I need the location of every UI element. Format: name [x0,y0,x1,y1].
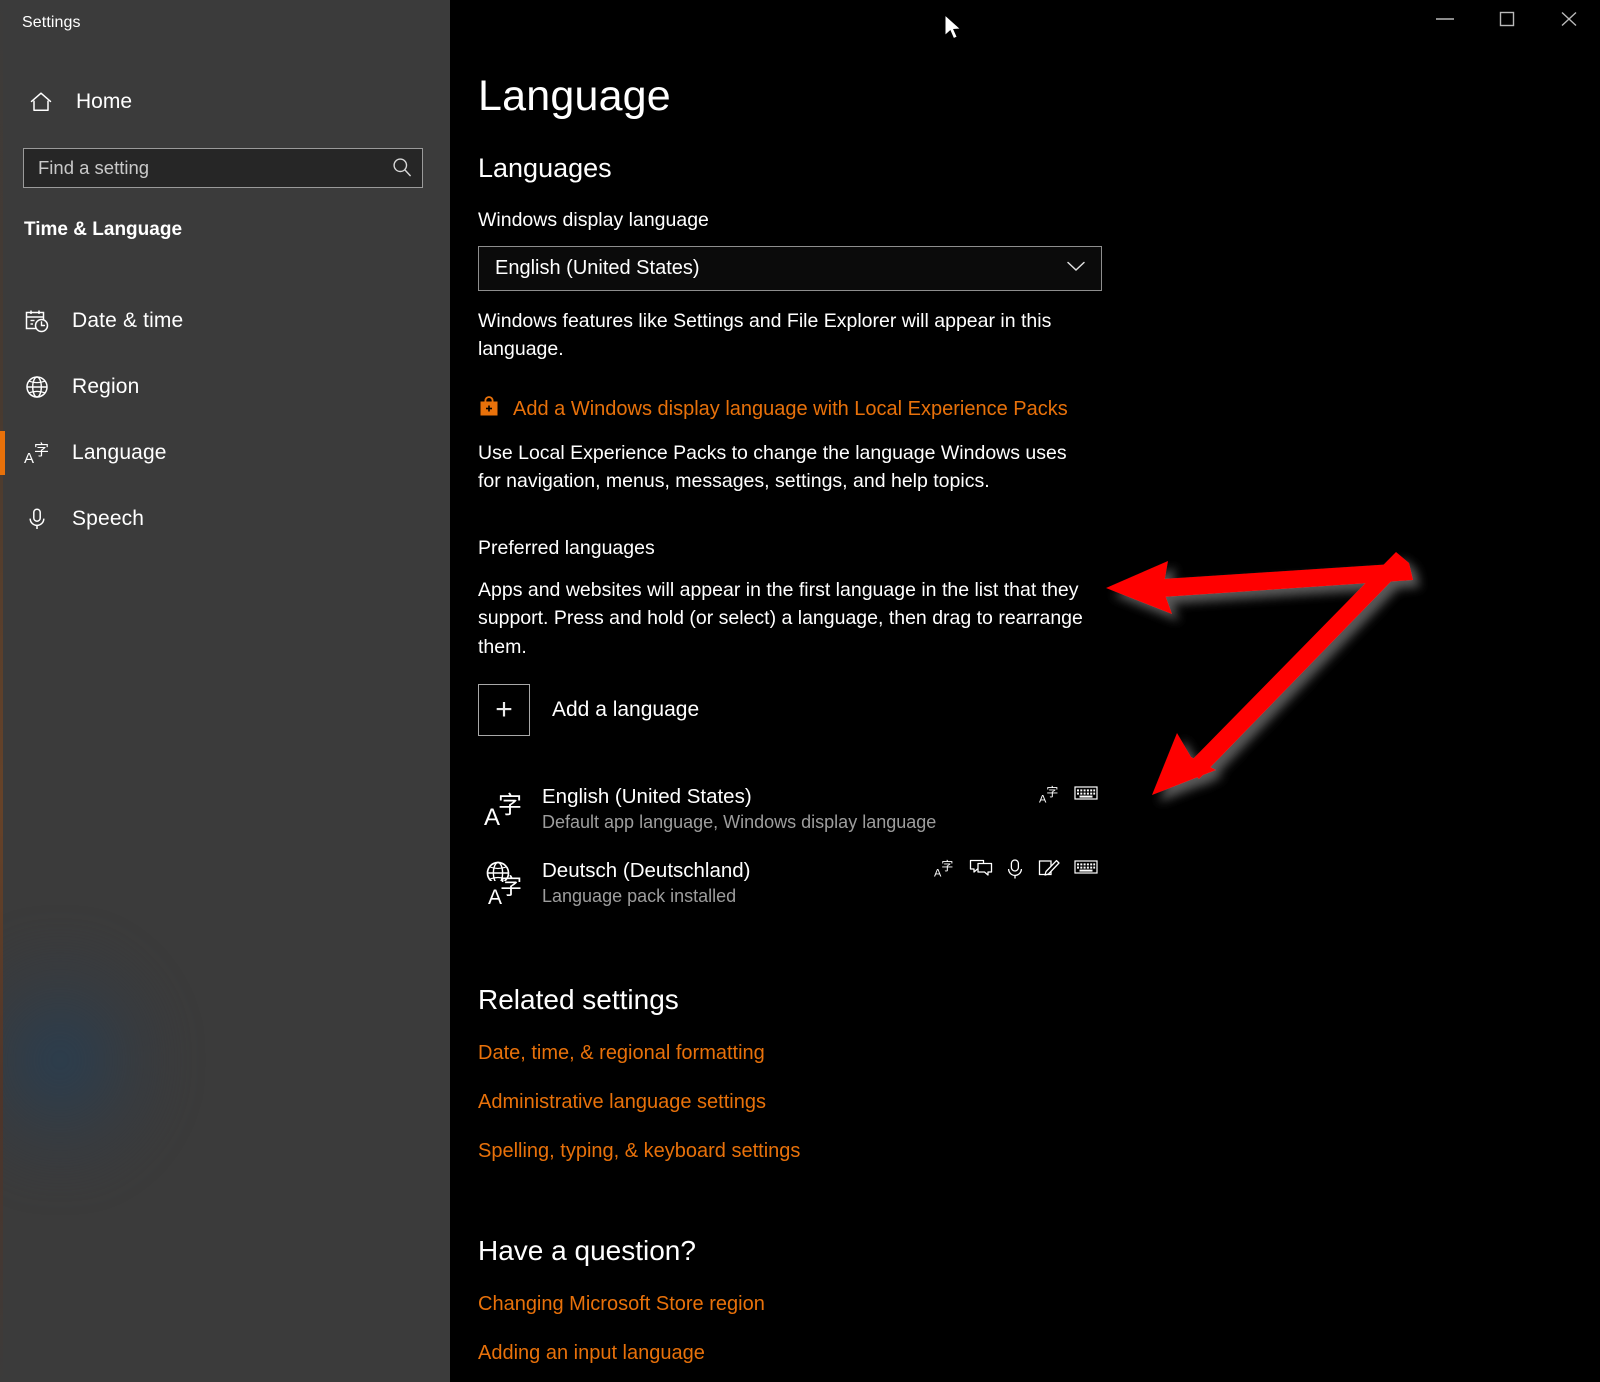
settings-main-panel: Language Languages Windows display langu… [450,0,1600,1382]
link-administrative-language-settings[interactable]: Administrative language settings [478,1091,766,1114]
language-status: Default app language, Windows display la… [542,811,937,832]
sidebar-item-speech[interactable]: Speech [0,486,450,552]
language-row-english[interactable]: A 字 English (United States) Default app … [478,772,1098,846]
languages-section-heading: Languages [478,153,612,183]
local-experience-packs-note: Use Local Experience Packs to change the… [478,441,1067,492]
display-language-value: English (United States) [495,257,700,279]
speech-icon[interactable] [969,858,993,883]
link-date-time-regional-formatting[interactable]: Date, time, & regional formatting [478,1042,765,1065]
sidebar-item-region[interactable]: Region [0,354,450,420]
svg-text:字: 字 [34,441,49,459]
sidebar-item-date-time[interactable]: Date & time [0,288,450,354]
language-row-texts: English (United States) Default app lang… [536,784,1098,835]
have-a-question-heading: Have a question? [478,1234,696,1266]
microphone-icon [22,506,52,532]
search-button[interactable] [382,149,422,187]
add-language-label: Add a language [552,697,700,721]
translate-a-ji-icon: A 字 [478,787,536,831]
microsoft-store-bag-icon [478,395,500,423]
preferred-languages-list: A 字 English (United States) Default app … [478,772,1098,920]
language-name: English (United States) [542,784,752,808]
svg-text:A: A [24,450,34,467]
globe-translate-icon: A 字 [478,859,536,907]
settings-sidebar: Settings Home Time & Langu [0,0,450,1382]
search-box[interactable] [23,148,423,188]
display-language-note: Windows features like Settings and File … [478,310,1052,361]
window-title: Settings [22,14,81,31]
sidebar-item-label: Region [72,375,140,398]
display-language-dropdown[interactable]: English (United States) [478,246,1102,291]
sidebar-item-label: Speech [72,507,145,530]
calendar-clock-icon [22,308,52,334]
local-experience-packs-label: Add a Windows display language with Loca… [513,397,1068,420]
translate-icon: A 字 [22,439,52,467]
keyboard-icon[interactable] [1074,784,1098,807]
sidebar-group-heading: Time & Language [24,219,183,240]
sidebar-acrylic-glow [0,930,180,1190]
svg-text:字: 字 [941,859,953,873]
mouse-cursor [944,14,962,40]
main-content: Language Languages Windows display langu… [478,0,1598,1365]
sidebar-left-edge [0,0,3,1382]
svg-text:字: 字 [498,791,522,819]
globe-icon [22,374,52,400]
language-capability-icons: A 字 [1039,772,1098,846]
plus-icon: + [478,683,530,736]
microphone-icon[interactable] [1006,858,1024,885]
keyboard-icon[interactable] [1074,858,1098,881]
link-changing-microsoft-store-region[interactable]: Changing Microsoft Store region [478,1293,765,1316]
translate-icon[interactable]: A 字 [1039,784,1061,811]
link-adding-an-input-language[interactable]: Adding an input language [478,1342,705,1365]
svg-text:字: 字 [500,875,522,900]
home-icon [26,89,56,115]
page-title: Language [478,72,671,120]
sidebar-item-language[interactable]: A 字 Language [0,420,450,486]
sidebar-item-label: Date & time [72,309,184,332]
settings-window: Settings Home Time & Langu [0,0,1600,1382]
add-language-button[interactable]: + Add a language [478,683,700,736]
link-spelling-typing-keyboard-settings[interactable]: Spelling, typing, & keyboard settings [478,1140,800,1163]
related-settings-heading: Related settings [478,983,679,1015]
sidebar-item-home[interactable]: Home [14,80,434,124]
sidebar-item-label: Language [72,441,167,464]
language-row-deutsch[interactable]: A 字 Deutsch (Deutschland) Language pack … [478,846,1098,920]
language-capability-icons: A 字 [934,846,1098,920]
search-icon [391,156,413,181]
handwriting-icon[interactable] [1037,858,1061,885]
chevron-down-icon [1065,259,1087,278]
preferred-languages-heading: Preferred languages [478,537,655,560]
translate-icon[interactable]: A 字 [934,858,956,885]
sidebar-home-label: Home [76,90,133,113]
display-language-label: Windows display language [478,209,709,231]
svg-text:字: 字 [1046,785,1058,799]
preferred-languages-description: Apps and websites will appear in the fir… [478,579,1083,658]
search-input[interactable] [24,149,382,187]
local-experience-packs-link[interactable]: Add a Windows display language with Loca… [478,395,1068,423]
sidebar-nav: Date & time Region A 字 Language Speech [0,288,450,552]
